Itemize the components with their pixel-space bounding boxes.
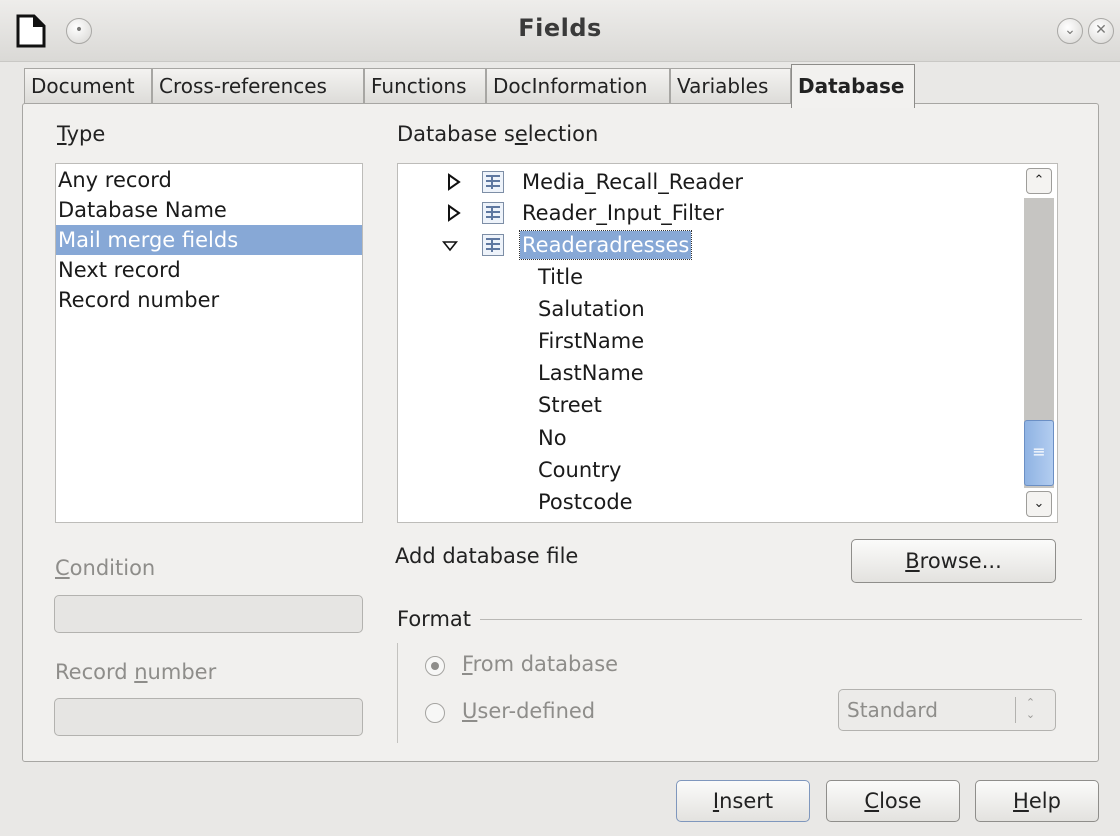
list-item-selected[interactable]: Mail merge fields (56, 225, 362, 255)
tab-document[interactable]: Document (24, 68, 152, 104)
tab-variables[interactable]: Variables (670, 68, 791, 104)
tree-item-field[interactable]: LastName (538, 357, 644, 389)
help-button[interactable]: Help (975, 780, 1099, 822)
expand-arrow-icon[interactable] (446, 173, 462, 191)
scroll-down-button[interactable]: ⌄ (1026, 491, 1052, 517)
title-bar: • Fields ⌄ ✕ (0, 0, 1120, 62)
tree-item-field[interactable]: Title (538, 261, 583, 293)
tree-item-label: Reader_Input_Filter (522, 201, 724, 225)
tree-item-database-selected[interactable]: Readeradresses (398, 229, 1018, 261)
type-list[interactable]: Any record Database Name Mail merge fiel… (55, 163, 363, 523)
grip-icon: ≡ (1032, 442, 1046, 461)
chevron-up-icon: ⌃ (1033, 173, 1045, 188)
user-defined-radio[interactable] (425, 703, 445, 723)
from-database-radio[interactable] (425, 656, 445, 676)
database-table-icon (482, 234, 504, 256)
spin-arrows-icon: ⌃ ⌄ (1015, 697, 1045, 723)
tree-item-field[interactable]: Postcode (538, 486, 633, 518)
tree-item-field[interactable]: Street (538, 389, 602, 421)
database-selection-label: Database selection (397, 122, 599, 146)
from-database-label: From database (462, 652, 619, 676)
window-title: Fields (518, 14, 602, 42)
record-number-label: Record number (55, 660, 217, 684)
tree-item-database[interactable]: Reader_Input_Filter (398, 197, 1018, 229)
list-item[interactable]: Any record (56, 165, 362, 195)
tree-item-field[interactable]: FirstName (538, 325, 644, 357)
chevron-down-icon: ⌄ (1033, 496, 1045, 511)
minimize-button[interactable]: ⌄ (1057, 18, 1083, 44)
format-separator (480, 619, 1082, 620)
scroll-up-button[interactable]: ⌃ (1026, 168, 1052, 194)
record-number-input[interactable] (54, 698, 363, 736)
tree-item-field[interactable]: No (538, 422, 567, 454)
tab-docinformation[interactable]: DocInformation (486, 68, 670, 104)
list-item[interactable]: Next record (56, 255, 362, 285)
add-database-file-label: Add database file (395, 544, 579, 568)
collapse-arrow-icon[interactable] (442, 237, 458, 255)
tree-item-label: Readeradresses (518, 230, 693, 260)
format-group-border (397, 643, 398, 743)
close-window-button[interactable]: ✕ (1088, 18, 1114, 44)
tree-item-database[interactable]: Media_Recall_Reader (398, 166, 1018, 198)
tab-database[interactable]: Database (791, 64, 915, 108)
tree-item-label: Media_Recall_Reader (522, 170, 744, 194)
condition-label: Condition (55, 556, 156, 580)
insert-button[interactable]: Insert (676, 780, 810, 822)
tree-item-field[interactable]: Salutation (538, 293, 645, 325)
close-icon: ✕ (1095, 22, 1107, 38)
database-table-icon (482, 202, 504, 224)
browse-button[interactable]: Browse... (851, 539, 1056, 583)
list-item[interactable]: Record number (56, 285, 362, 315)
format-label: Format (397, 607, 472, 631)
database-table-icon (482, 171, 504, 193)
tab-functions[interactable]: Functions (364, 68, 486, 104)
condition-input[interactable] (54, 595, 363, 633)
scrollbar-thumb[interactable]: ≡ (1024, 420, 1054, 486)
database-tree[interactable]: Media_Recall_Reader Reader_Input_Filter … (397, 163, 1058, 523)
user-defined-label: User-defined (462, 699, 596, 723)
type-label: Type (57, 122, 106, 146)
expand-arrow-icon[interactable] (446, 204, 462, 222)
tree-item-field[interactable]: Country (538, 454, 621, 486)
close-button[interactable]: Close (826, 780, 960, 822)
tab-cross-references[interactable]: Cross-references (152, 68, 364, 104)
chevron-down-icon: ⌄ (1064, 22, 1076, 38)
list-item[interactable]: Database Name (56, 195, 362, 225)
